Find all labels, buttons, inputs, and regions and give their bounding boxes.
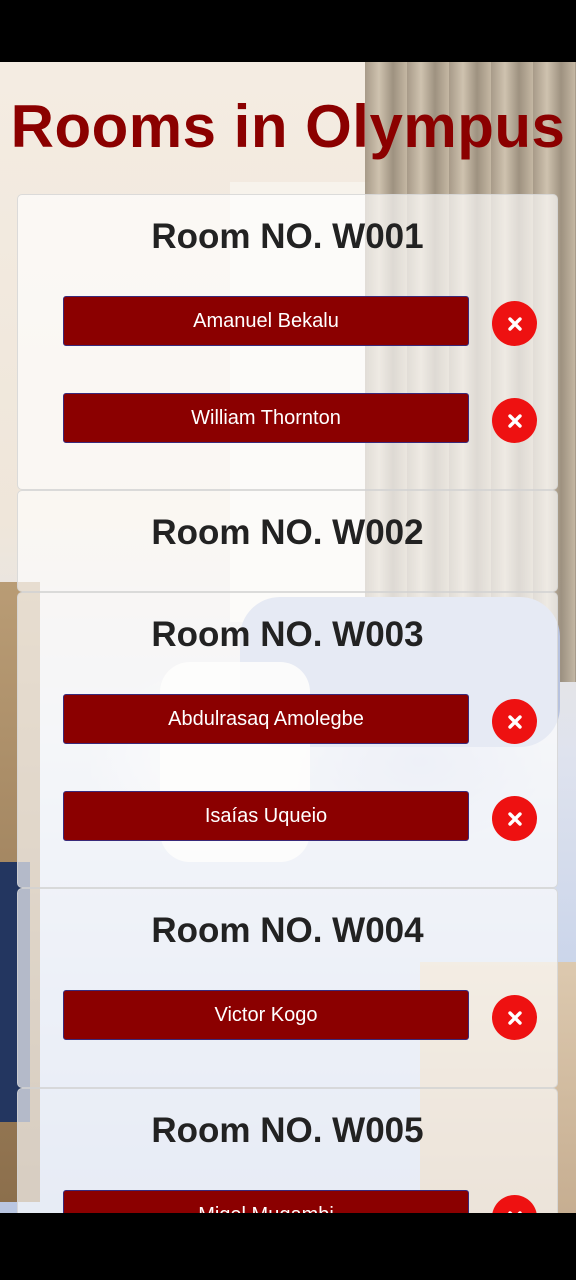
room-card-w004: Room NO. W004 Victor Kogo	[17, 888, 558, 1088]
room-card-w001: Room NO. W001 Amanuel Bekalu William Tho…	[17, 194, 558, 490]
guest-button[interactable]: Victor Kogo	[63, 990, 469, 1040]
remove-guest-button[interactable]	[492, 699, 537, 744]
room-card-w003: Room NO. W003 Abdulrasaq Amolegbe Isaías…	[17, 592, 558, 888]
close-icon	[507, 1010, 522, 1025]
page-title: Rooms in Olympus	[10, 93, 566, 160]
remove-guest-button[interactable]	[492, 1195, 537, 1213]
room-title: Room NO. W003	[151, 615, 424, 654]
room-title: Room NO. W004	[151, 911, 424, 950]
close-icon	[507, 413, 522, 428]
close-icon	[507, 811, 522, 826]
status-bar	[0, 0, 576, 62]
remove-guest-button[interactable]	[492, 796, 537, 841]
guest-button[interactable]: Migel Mugambi	[63, 1190, 469, 1213]
close-icon	[507, 714, 522, 729]
room-card-w002: Room NO. W002	[17, 490, 558, 592]
room-title: Room NO. W001	[151, 217, 424, 256]
room-title: Room NO. W005	[151, 1111, 424, 1150]
navigation-bar	[0, 1213, 576, 1280]
rooms-screen[interactable]: Rooms in Olympus Room NO. W001 Amanuel B…	[0, 62, 576, 1213]
guest-button[interactable]: Abdulrasaq Amolegbe	[63, 694, 469, 744]
guest-button[interactable]: Isaías Uqueio	[63, 791, 469, 841]
room-title: Room NO. W002	[151, 513, 424, 552]
close-icon	[507, 316, 522, 331]
remove-guest-button[interactable]	[492, 301, 537, 346]
remove-guest-button[interactable]	[492, 995, 537, 1040]
remove-guest-button[interactable]	[492, 398, 537, 443]
guest-button[interactable]: William Thornton	[63, 393, 469, 443]
guest-button[interactable]: Amanuel Bekalu	[63, 296, 469, 346]
room-card-w005: Room NO. W005 Migel Mugambi	[17, 1088, 558, 1213]
